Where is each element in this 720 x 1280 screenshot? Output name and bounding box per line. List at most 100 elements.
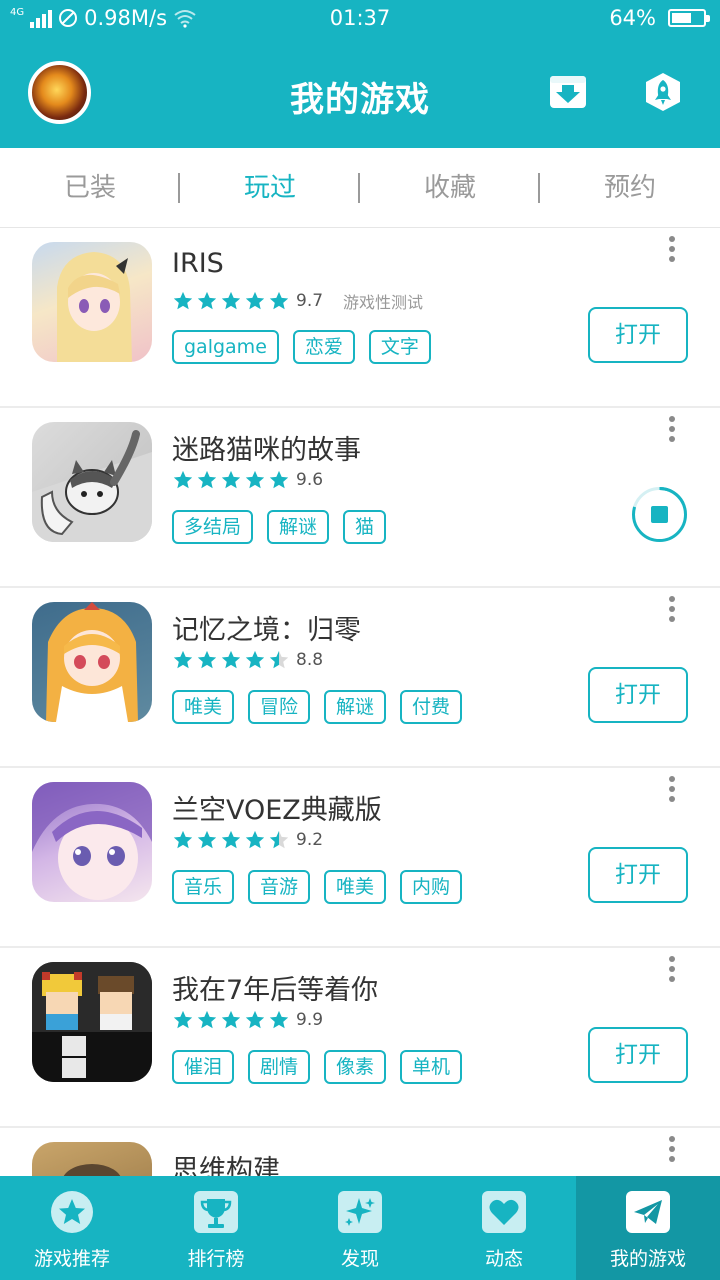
star-half-icon bbox=[269, 830, 289, 849]
game-art-icon bbox=[63, 1164, 121, 1176]
nav-recommend[interactable]: 游戏推荐 bbox=[0, 1176, 144, 1280]
nav-label: 发现 bbox=[340, 1248, 379, 1270]
tab-played[interactable]: 玩过 bbox=[180, 148, 360, 227]
rating-score: 9.2 bbox=[296, 830, 324, 850]
bottom-nav: 游戏推荐 排行榜 发现 动态 我的游戏 bbox=[0, 1176, 720, 1280]
tag[interactable]: 付费 bbox=[400, 690, 463, 724]
rating-score: 9.9 bbox=[296, 1010, 324, 1030]
game-item-voez[interactable]: 兰空VOEZ典藏版 9.2 音乐 音游 唯美 内购 打开 bbox=[0, 768, 720, 948]
tag[interactable]: 催泪 bbox=[172, 1050, 235, 1084]
tab-bar: 已装 玩过 收藏 预约 bbox=[0, 148, 720, 228]
nav-discover[interactable]: 发现 bbox=[288, 1176, 432, 1280]
game-icon bbox=[32, 1142, 152, 1176]
game-item-mind-build[interactable]: 思维构建 bbox=[0, 1128, 720, 1176]
rating-score: 8.8 bbox=[296, 650, 324, 670]
rocket-icon[interactable] bbox=[643, 72, 683, 112]
more-options-icon[interactable] bbox=[666, 1136, 678, 1166]
star-rating bbox=[172, 469, 290, 491]
star-full-icon bbox=[221, 830, 241, 849]
game-icon bbox=[32, 782, 152, 902]
nav-feed[interactable]: 动态 bbox=[432, 1176, 576, 1280]
star-full-icon bbox=[269, 291, 289, 310]
battery-icon bbox=[668, 9, 710, 27]
tag[interactable]: 多结局 bbox=[172, 510, 254, 544]
star-rating bbox=[172, 1009, 290, 1031]
nav-label: 游戏推荐 bbox=[33, 1248, 110, 1270]
open-button[interactable]: 打开 bbox=[588, 667, 688, 723]
battery-fill bbox=[672, 13, 692, 23]
game-icon bbox=[32, 242, 152, 362]
game-item-memory-realm[interactable]: 记忆之境：归零 8.8 唯美 冒险 解谜 付费 打开 bbox=[0, 588, 720, 768]
open-button[interactable]: 打开 bbox=[588, 847, 688, 903]
download-progress-stop-button[interactable] bbox=[631, 486, 688, 543]
star-full-icon bbox=[197, 830, 217, 849]
tab-favorites[interactable]: 收藏 bbox=[360, 148, 540, 227]
star-full-icon bbox=[245, 470, 265, 489]
more-options-icon[interactable] bbox=[666, 416, 678, 446]
star-full-icon bbox=[245, 650, 265, 669]
trophy-icon bbox=[194, 1191, 238, 1233]
tag-list: 音乐 音游 唯美 内购 bbox=[172, 870, 463, 904]
tag-list: 催泪 剧情 像素 单机 bbox=[172, 1050, 463, 1084]
download-manager-icon[interactable] bbox=[548, 72, 588, 112]
tag[interactable]: galgame bbox=[172, 330, 279, 364]
more-options-icon[interactable] bbox=[666, 596, 678, 626]
game-name: 兰空VOEZ典藏版 bbox=[172, 795, 382, 826]
nav-ranking[interactable]: 排行榜 bbox=[144, 1176, 288, 1280]
star-full-icon bbox=[197, 291, 217, 310]
game-icon bbox=[32, 602, 152, 722]
more-options-icon[interactable] bbox=[666, 776, 678, 806]
star-rating bbox=[172, 829, 290, 851]
more-options-icon[interactable] bbox=[666, 236, 678, 266]
rating: 8.8 bbox=[172, 649, 323, 671]
open-button[interactable]: 打开 bbox=[588, 307, 688, 363]
game-icon bbox=[32, 962, 152, 1082]
tab-divider bbox=[178, 173, 180, 203]
tab-divider bbox=[538, 173, 540, 203]
star-full-icon bbox=[173, 291, 193, 310]
nav-my-games[interactable]: 我的游戏 bbox=[576, 1176, 720, 1280]
tag[interactable]: 解谜 bbox=[267, 510, 330, 544]
anime-girl-icon bbox=[32, 782, 152, 900]
more-options-icon[interactable] bbox=[666, 956, 678, 986]
tag[interactable]: 恋爱 bbox=[292, 330, 355, 364]
tag[interactable]: 剧情 bbox=[248, 1050, 311, 1084]
rating: 9.6 bbox=[172, 469, 323, 491]
game-item-lost-cat[interactable]: 迷路猫咪的故事 9.6 多结局 解谜 猫 bbox=[0, 408, 720, 588]
star-full-icon bbox=[221, 650, 241, 669]
tag-list: 唯美 冒险 解谜 付费 bbox=[172, 690, 463, 724]
tag[interactable]: 唯美 bbox=[324, 870, 387, 904]
page-title: 我的游戏 bbox=[290, 80, 430, 120]
tag[interactable]: 像素 bbox=[324, 1050, 387, 1084]
open-button[interactable]: 打开 bbox=[588, 1027, 688, 1083]
tag[interactable]: 音游 bbox=[248, 870, 311, 904]
rating: 9.2 bbox=[172, 829, 323, 851]
rating: 9.9 bbox=[172, 1009, 323, 1031]
anime-girl-icon bbox=[57, 252, 132, 362]
game-item-seven-years[interactable]: 我在7年后等着你 9.9 催泪 剧情 像素 单机 打开 bbox=[0, 948, 720, 1128]
star-full-icon bbox=[197, 650, 217, 669]
tag-list: galgame 恋爱 文字 bbox=[172, 330, 431, 364]
tag[interactable]: 音乐 bbox=[172, 870, 235, 904]
star-full-icon bbox=[221, 1010, 241, 1029]
game-name: IRIS bbox=[172, 248, 224, 279]
tag[interactable]: 解谜 bbox=[324, 690, 387, 724]
rating-score: 9.6 bbox=[296, 470, 324, 490]
tag[interactable]: 唯美 bbox=[172, 690, 235, 724]
status-bar: 4G 0.98M/s 01:37 64% bbox=[0, 0, 720, 38]
star-icon bbox=[51, 1191, 93, 1233]
tag[interactable]: 内购 bbox=[400, 870, 463, 904]
tab-reserved[interactable]: 预约 bbox=[540, 148, 720, 227]
tag[interactable]: 猫 bbox=[343, 510, 387, 544]
tag[interactable]: 冒险 bbox=[248, 690, 311, 724]
star-full-icon bbox=[173, 1010, 193, 1029]
rating: 9.7 游戏性测试 bbox=[172, 289, 423, 313]
app-header: 我的游戏 bbox=[0, 38, 720, 148]
pixel-characters-icon bbox=[32, 962, 152, 1082]
tag[interactable]: 文字 bbox=[368, 330, 431, 364]
star-full-icon bbox=[173, 470, 193, 489]
tag[interactable]: 单机 bbox=[400, 1050, 463, 1084]
tab-installed[interactable]: 已装 bbox=[0, 148, 180, 227]
game-item-iris[interactable]: IRIS 9.7 游戏性测试 galgame 恋爱 文字 打开 bbox=[0, 228, 720, 408]
paper-plane-icon bbox=[626, 1191, 670, 1233]
